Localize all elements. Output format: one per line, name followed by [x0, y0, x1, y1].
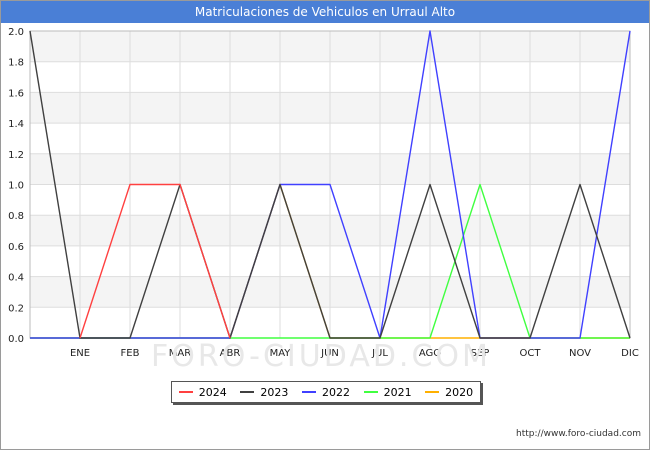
legend-item-2020: 2020: [425, 386, 473, 399]
legend-item-2024: 2024: [178, 385, 227, 399]
x-tick-label: NOV: [569, 348, 591, 359]
y-tick-label: 0.2: [8, 303, 24, 314]
x-tick-label: FEB: [121, 348, 140, 359]
y-tick-label: 1.0: [8, 181, 24, 192]
legend-swatch: [240, 391, 255, 393]
legend-swatch: [301, 391, 316, 393]
source-url[interactable]: http://www.foro-ciudad.com: [516, 429, 641, 439]
legend-item-2023: 2023: [240, 386, 288, 399]
legend-label: 2020: [445, 385, 474, 399]
y-tick-label: 0.4: [8, 273, 24, 284]
y-tick-label: 0.6: [8, 242, 24, 253]
chart-frame: 0.0 0.2 0.4 0.6 0.8 1.0 1.2 1.4 1.6 1.8 2.0 ENE FEB…: [0, 0, 650, 450]
y-tick-label: 1.6: [8, 88, 24, 99]
y-tick-label: 1.4: [8, 119, 24, 130]
y-tick-label: 1.2: [8, 150, 24, 161]
legend-swatch: [178, 391, 193, 393]
y-tick-label: 2.0: [8, 27, 24, 38]
legend-item-2022: 2022: [301, 385, 350, 399]
legend-swatch: [425, 391, 440, 393]
x-tick-label: ENE: [70, 348, 90, 359]
x-tick-label: OCT: [520, 348, 542, 359]
watermark-text: FORO-CIUDAD.COM: [151, 339, 491, 374]
x-tick-label: DIC: [621, 348, 639, 359]
legend-label: 2022: [321, 385, 350, 399]
y-tick-label: 0.0: [8, 334, 24, 345]
legend-item-2021: 2021: [363, 385, 412, 399]
legend: 2024 2023 2022 2021 2020: [171, 381, 481, 403]
legend-label: 2023: [260, 385, 289, 399]
y-tick-label: 1.8: [8, 58, 24, 69]
y-tick-label: 0.8: [8, 211, 24, 222]
chart-title: Matriculaciones de Vehiculos en Urraul A…: [1, 1, 649, 23]
legend-label: 2021: [383, 385, 412, 399]
legend-swatch: [363, 391, 378, 393]
legend-label: 2024: [198, 385, 227, 399]
